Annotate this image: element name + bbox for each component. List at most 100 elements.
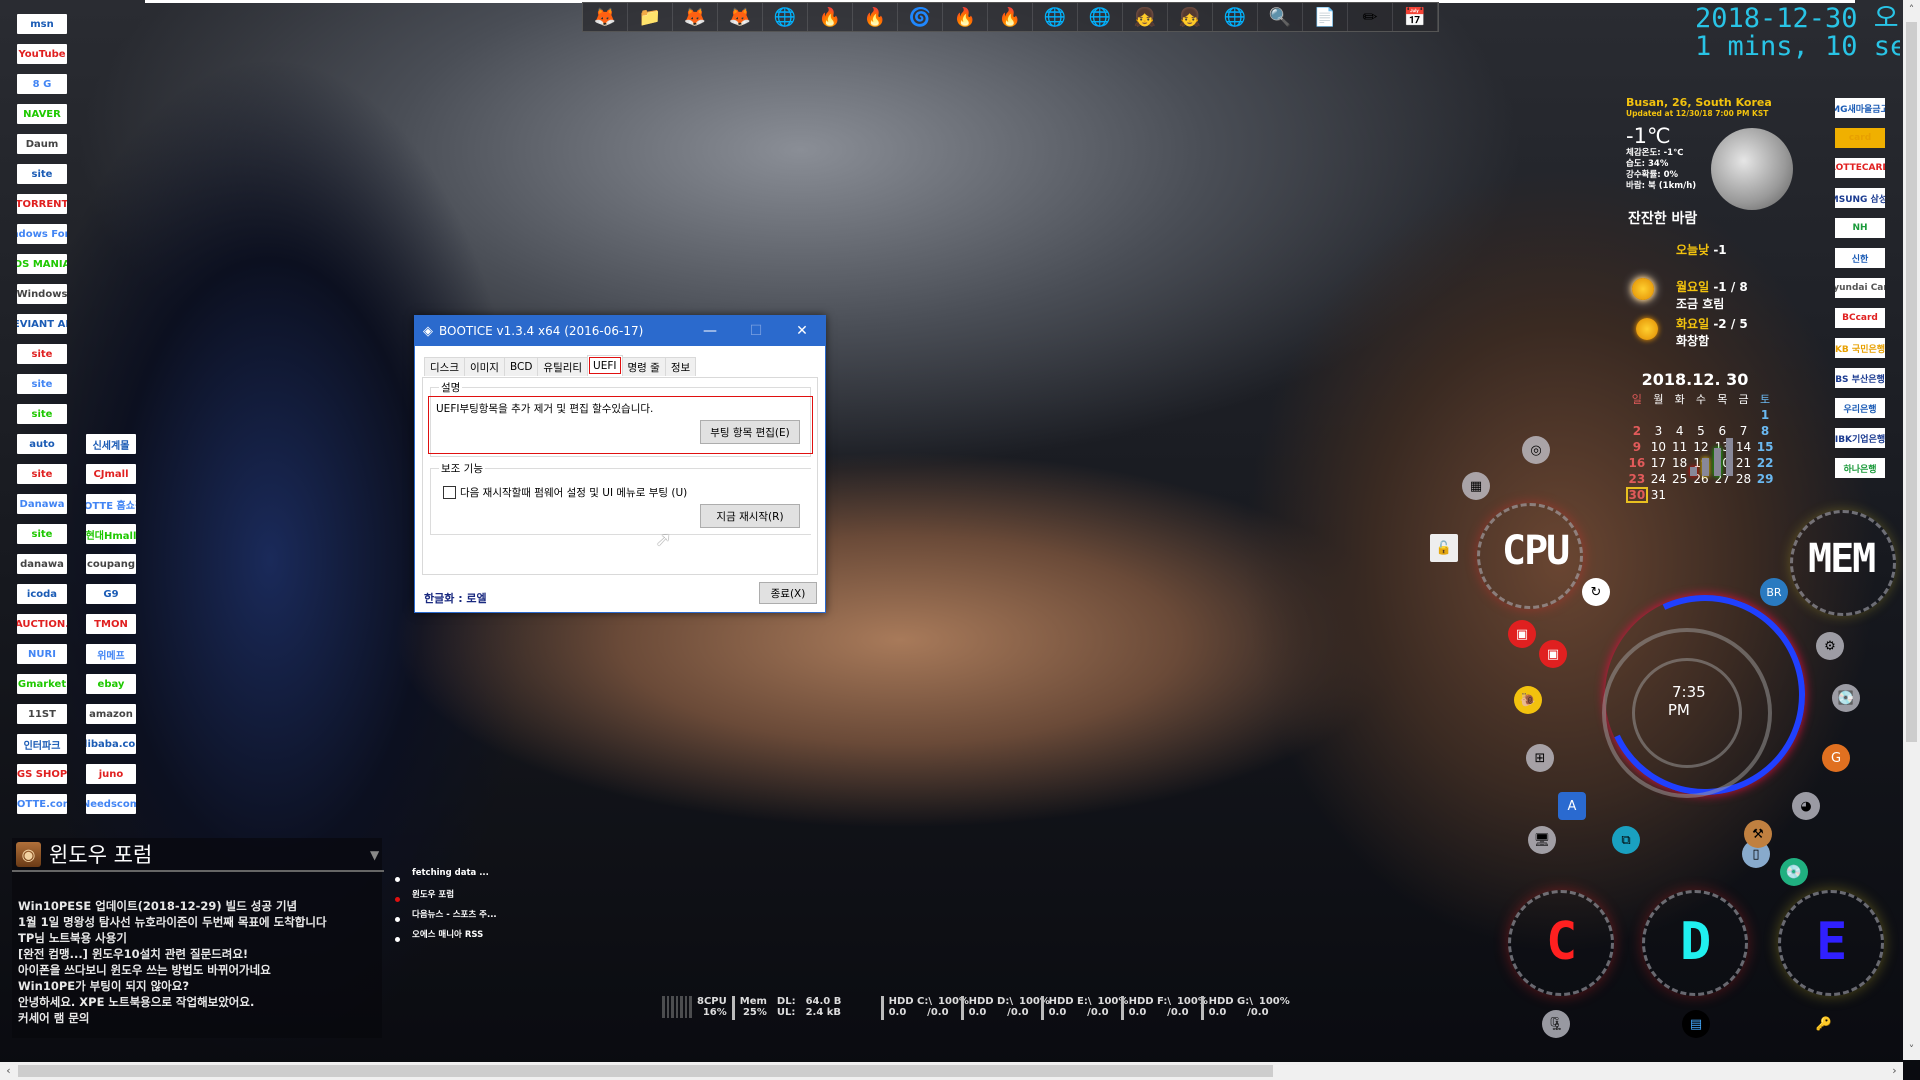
horizontal-scroll-thumb[interactable] [18,1065,1273,1077]
character-app-1-icon[interactable]: 👧 [1123,3,1168,31]
site-link[interactable]: coupang [86,554,136,574]
site-link[interactable]: 8 G [17,74,67,94]
calendar-day[interactable]: 1 [1754,407,1776,423]
bank-link[interactable]: BS 부산은행 [1835,368,1885,388]
forum-post-link[interactable]: 안녕하세요. XPE 노트북용으로 작업해보았어요. [18,994,382,1010]
search-magnifier-icon[interactable]: 🔍 [1258,3,1303,31]
site-link[interactable]: G9 [86,584,136,604]
forum-title[interactable]: 윈도우 포럼 [49,839,152,869]
folder-app-icon[interactable]: 📁 [628,3,673,31]
pencil-app-icon[interactable]: ✏ [1348,3,1393,31]
feed-item[interactable]: 윈도우 포럼 [395,888,515,908]
partition-tool-icon[interactable]: ◕ [1792,792,1820,820]
vertical-scrollbar[interactable]: ˄ ˅ [1903,0,1920,1060]
calendar-day[interactable]: 7 [1733,423,1754,439]
document-app-icon[interactable]: 📄 [1303,3,1348,31]
site-link[interactable]: LOTTE.com [17,794,67,814]
site-link[interactable]: site [17,374,67,394]
bank-link[interactable]: 우리은행 [1835,398,1885,418]
scroll-right-arrow[interactable]: › [1886,1064,1903,1077]
browser-variant-7-icon[interactable]: 🌐 [1078,3,1123,31]
site-link[interactable]: juno [86,764,136,784]
calendar-day[interactable]: 3 [1648,423,1669,439]
bank-link[interactable]: KB 국민은행 [1835,338,1885,358]
site-link[interactable]: msn [17,14,67,34]
site-link[interactable]: OS MANIA [17,254,67,274]
calendar-day[interactable]: 17 [1648,455,1669,471]
site-link[interactable]: 신세계몰 [86,434,136,454]
scroll-left-arrow[interactable]: ‹ [0,1064,17,1077]
site-link[interactable]: YouTube [17,44,67,64]
browser-variant-4-icon[interactable]: 🔥 [943,3,988,31]
calendar-day[interactable]: 24 [1648,471,1669,487]
site-link[interactable]: Danawa [17,494,67,514]
forum-post-link[interactable]: TP님 노트북용 사용기 [18,930,382,946]
site-link[interactable]: site [17,404,67,424]
monitor-app-icon[interactable]: 🖥 [1528,826,1556,854]
calendar-day[interactable]: 28 [1733,471,1754,487]
calendar-day[interactable]: 14 [1733,439,1754,455]
bootrescue-icon[interactable]: BR [1760,578,1788,606]
calendar-day[interactable]: 30 [1626,487,1648,503]
tab-3[interactable]: 유틸리티 [537,357,589,376]
bank-link[interactable]: BCcard [1835,308,1885,328]
exit-button[interactable]: 종료(X) [759,582,817,604]
bank-link[interactable]: MG새마을금고 [1835,98,1885,118]
disc-app-icon[interactable]: 💿 [1780,858,1808,886]
tab-2[interactable]: BCD [503,357,539,376]
calendar-day[interactable]: 2 [1626,423,1648,439]
firmware-ui-checkbox[interactable] [443,486,456,499]
calendar-day[interactable]: 31 [1648,487,1669,503]
calendar-day[interactable]: 11 [1669,439,1690,455]
password-key-icon[interactable]: 🔑 [1810,1010,1838,1038]
forum-post-link[interactable]: Win10PESE 업데이트(2018-12-29) 빌드 성공 기념 [18,898,382,914]
calendar-day[interactable]: 10 [1648,439,1669,455]
bank-link[interactable]: SAMSUNG 삼성카드 [1835,188,1885,208]
site-link[interactable]: Daum [17,134,67,154]
firefox-icon[interactable]: 🦊 [718,3,763,31]
usb-tool-icon[interactable]: 🗜 [1542,1010,1570,1038]
bank-link[interactable]: Hyundai Card [1835,278,1885,298]
site-link[interactable]: TORRENT [17,194,67,214]
bank-link[interactable]: IBK기업은행 [1835,428,1885,448]
bank-link[interactable]: 하나은행 [1835,458,1885,478]
calendar-day[interactable]: 22 [1754,455,1776,471]
site-link[interactable]: Needscom [86,794,136,814]
browser-variant-2-icon[interactable]: 🔥 [853,3,898,31]
dialog-titlebar[interactable]: ◈ BOOTICE v1.3.4 x64 (2016-06-17) — ☐ ✕ [415,316,825,346]
site-link[interactable]: site [17,164,67,184]
site-link[interactable]: GS SHOP [17,764,67,784]
g-app-icon[interactable]: G [1822,744,1850,772]
calendar-day[interactable]: 25 [1669,471,1690,487]
tab-4[interactable]: UEFI [587,355,623,376]
character-app-2-icon[interactable]: 👧 [1168,3,1213,31]
calendar-app-icon[interactable]: 📅 [1393,3,1438,31]
site-link[interactable]: amazon [86,704,136,724]
browser-variant-6-icon[interactable]: 🌐 [1033,3,1078,31]
site-link[interactable]: 현대Hmall [86,524,136,544]
minimize-button[interactable]: — [687,316,733,346]
site-link[interactable]: DEVIANT ART [17,314,67,334]
firefox-variant-1-icon[interactable]: 🦊 [583,3,628,31]
site-link[interactable]: site [17,344,67,364]
calendar-day[interactable]: 9 [1626,439,1648,455]
feed-item[interactable]: 다음뉴스 - 스포츠 주... [395,908,515,928]
site-link[interactable]: auto [17,434,67,454]
edit-boot-entries-button[interactable]: 부팅 항목 편집(E) [700,420,800,444]
drive-tool-icon[interactable]: ⚒ [1744,820,1772,848]
calendar-day[interactable]: 21 [1733,455,1754,471]
pixel-app-icon-1[interactable]: ▣ [1508,620,1536,648]
site-link[interactable]: NURI [17,644,67,664]
site-link[interactable]: site [17,524,67,544]
firmware-ui-checkbox-label[interactable]: 다음 재시작할때 펌웨어 설정 및 UI 메뉴로 부팅 (U) [460,485,687,500]
snail-app-icon[interactable]: 🐌 [1514,686,1542,714]
site-link[interactable]: NAVER [17,104,67,124]
bank-link[interactable]: 신한 [1835,248,1885,268]
drive-backup-icon[interactable]: 💽 [1832,684,1860,712]
site-link[interactable]: AUCTION. [17,614,67,634]
control-panel-icon[interactable]: ▦ [1462,472,1490,500]
site-link[interactable]: danawa [17,554,67,574]
calendar-day[interactable]: 4 [1669,423,1690,439]
chrome-icon[interactable]: 🌐 [763,3,808,31]
feed-item[interactable]: 오에스 매니아 RSS [395,928,515,948]
